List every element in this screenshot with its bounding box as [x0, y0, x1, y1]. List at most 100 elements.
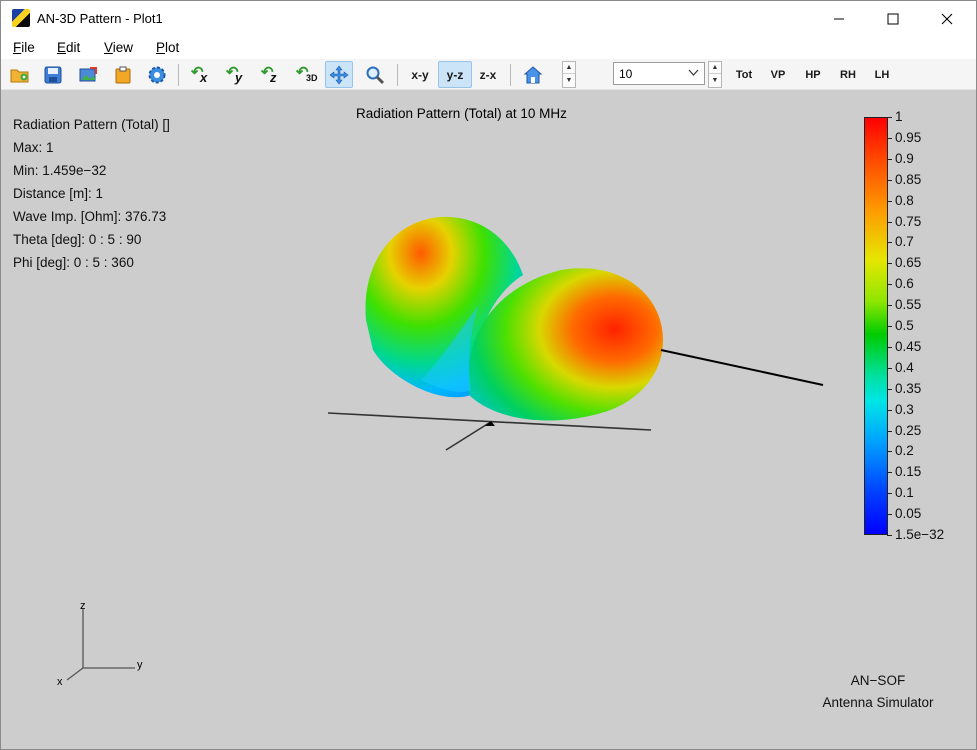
open-folder-button[interactable] — [6, 61, 34, 88]
colorbar-tick — [887, 493, 892, 495]
colorbar-tick-label: 0.15 — [895, 464, 922, 480]
polarization-hp-button[interactable]: HP — [798, 61, 828, 88]
colorbar-tick-label: 1 — [895, 109, 903, 124]
menu-file[interactable]: File — [13, 40, 35, 55]
save-button[interactable] — [39, 61, 67, 88]
app-logo-icon — [12, 9, 30, 27]
colorbar-tick — [887, 263, 892, 265]
export-image-button[interactable] — [74, 61, 102, 88]
view-yz-button[interactable]: y-z — [438, 61, 472, 88]
toolbar-separator — [397, 64, 398, 86]
clipboard-icon — [115, 66, 131, 83]
colorbar-tick-label: 0.3 — [895, 401, 914, 417]
home-view-button[interactable] — [519, 61, 547, 88]
menu-bar: File Edit View Plot — [1, 37, 976, 59]
colorbar-tick-label: 0.35 — [895, 380, 922, 396]
polarization-rh-button[interactable]: RH — [833, 61, 863, 88]
colorbar-tick — [887, 284, 892, 286]
colorbar-tick — [887, 200, 892, 202]
brand-subtitle: Antenna Simulator — [822, 695, 934, 710]
colorbar-tick-label: 0.9 — [895, 150, 914, 166]
app-window: AN-3D Pattern - Plot1 File Edit View Plo… — [0, 0, 977, 750]
colorbar — [864, 117, 888, 535]
colorbar-tick — [887, 472, 892, 474]
colorbar-tick-label: 0.05 — [895, 506, 922, 522]
stepper-up-icon[interactable]: ▲ — [709, 62, 721, 74]
export-image-icon — [79, 66, 97, 81]
colorbar-tick — [887, 117, 892, 118]
colorbar-tick — [887, 388, 892, 390]
open-folder-icon — [10, 69, 29, 82]
colorbar-tick — [887, 305, 892, 307]
gear-icon — [148, 66, 166, 83]
triad-x-axis — [66, 667, 84, 681]
colorbar-tick-label: 0.4 — [895, 359, 914, 375]
colorbar-tick-label: 0.25 — [895, 422, 922, 438]
clipboard-button[interactable] — [109, 61, 137, 88]
view-zx-button[interactable]: z-x — [473, 61, 503, 88]
colorbar-tick — [887, 430, 892, 432]
polarization-vp-button[interactable]: VP — [763, 61, 793, 88]
rotate-x-button[interactable]: ↶ x — [188, 61, 216, 88]
toolbar-separator — [510, 64, 511, 86]
colorbar-tick — [887, 242, 892, 244]
colorbar-tick — [887, 137, 892, 139]
colorbar-tick — [887, 179, 892, 181]
stepper-up-icon[interactable]: ▲ — [563, 62, 575, 74]
close-button[interactable] — [924, 1, 970, 37]
menu-view[interactable]: View — [104, 40, 133, 55]
polarization-lh-button[interactable]: LH — [867, 61, 897, 88]
triad-z-label: z — [80, 600, 86, 612]
colorbar-tick-label: 0.45 — [895, 338, 922, 354]
frequency-stepper[interactable]: ▲ ▼ — [708, 61, 722, 88]
menu-edit[interactable]: Edit — [57, 40, 80, 55]
view-stepper[interactable]: ▲ ▼ — [562, 61, 576, 88]
rotate-y-icon: ↶ y — [226, 63, 243, 85]
plot-area[interactable]: Radiation Pattern (Total) [] Max: 1 Min:… — [1, 90, 976, 750]
colorbar-tick-label: 0.2 — [895, 443, 914, 459]
colorbar-tick-label: 0.6 — [895, 276, 914, 292]
rotate-3d-icon: ↶ 3D — [296, 63, 318, 83]
colorbar-tick-label: 0.8 — [895, 192, 914, 208]
maximize-icon — [887, 13, 899, 25]
brand-name: AN−SOF — [850, 673, 906, 688]
colorbar-tick — [887, 326, 892, 327]
rotate-z-icon: ↶ z — [261, 63, 277, 85]
rotate-3d-button[interactable]: ↶ 3D — [293, 61, 321, 88]
colorbar-tick — [887, 535, 892, 536]
frequency-combobox[interactable]: 10 — [613, 62, 705, 85]
stepper-down-icon[interactable]: ▼ — [709, 74, 721, 86]
colorbar-tick-label: 0.75 — [895, 213, 922, 229]
rotate-y-button[interactable]: ↶ y — [223, 61, 251, 88]
colorbar-tick-label: 1.5e−32 — [895, 527, 945, 542]
colorbar-tick-label: 0.55 — [895, 297, 922, 313]
colorbar-tick — [887, 367, 892, 369]
colorbar-tick — [887, 221, 892, 223]
view-xy-button[interactable]: x-y — [405, 61, 435, 88]
menu-plot[interactable]: Plot — [156, 40, 179, 55]
colorbar-tick — [887, 514, 892, 516]
colorbar-tick — [887, 346, 892, 348]
polarization-tot-button[interactable]: Tot — [729, 61, 759, 88]
axis-line-x — [445, 422, 490, 451]
colorbar-tick-label: 0.5 — [895, 318, 914, 333]
stepper-down-icon[interactable]: ▼ — [563, 74, 575, 86]
radiation-pattern-3d[interactable] — [1, 90, 976, 750]
zoom-button[interactable] — [361, 61, 389, 88]
axis-line-y — [327, 412, 652, 431]
window-title: AN-3D Pattern - Plot1 — [37, 11, 163, 26]
maximize-button[interactable] — [870, 1, 916, 37]
settings-button[interactable] — [143, 61, 171, 88]
pan-button[interactable] — [325, 61, 353, 88]
magnifier-icon — [366, 66, 385, 84]
save-disk-icon — [44, 66, 62, 83]
triad-x-label: x — [57, 676, 63, 688]
triad-y-label: y — [137, 659, 143, 671]
colorbar-tick — [887, 451, 892, 453]
close-icon — [941, 13, 953, 25]
colorbar-tick-label: 0.85 — [895, 171, 922, 187]
minimize-button[interactable] — [816, 1, 862, 37]
toolbar-separator — [178, 64, 179, 86]
rotate-z-button[interactable]: ↶ z — [258, 61, 286, 88]
rotate-x-icon: ↶ x — [191, 63, 208, 85]
